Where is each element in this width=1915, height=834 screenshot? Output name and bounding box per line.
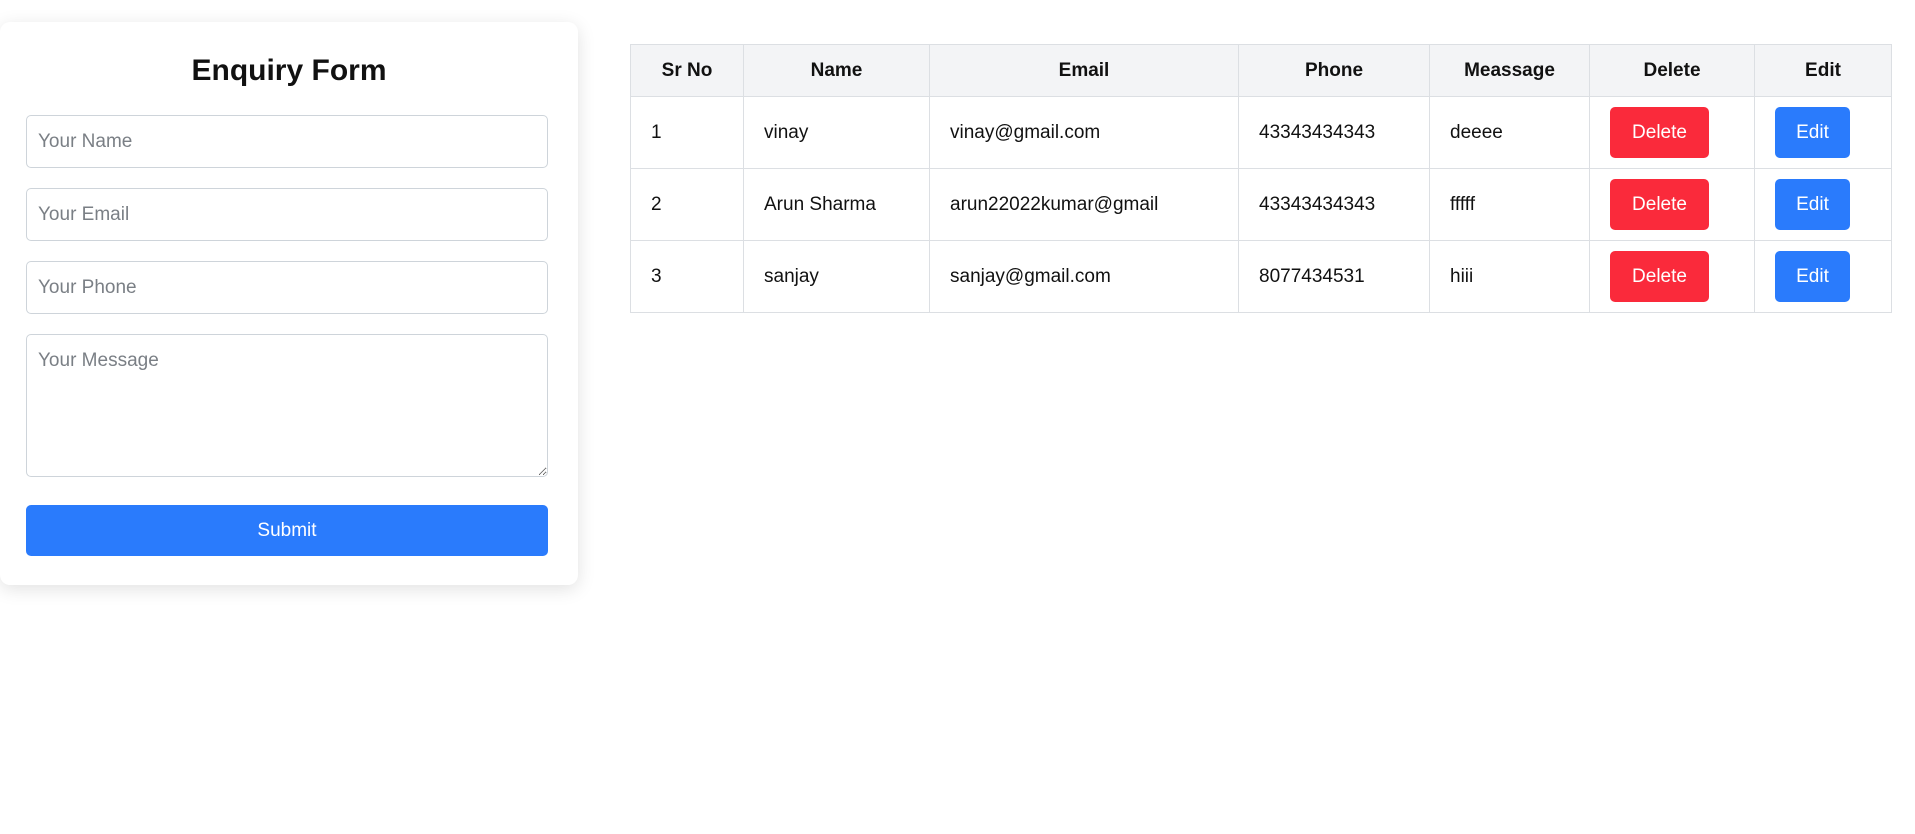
cell-phone: 43343434343 bbox=[1238, 96, 1430, 169]
cell-phone: 8077434531 bbox=[1238, 240, 1430, 313]
header-sr-no: Sr No bbox=[630, 44, 744, 97]
cell-name: sanjay bbox=[743, 240, 930, 313]
delete-button[interactable]: Delete bbox=[1610, 179, 1709, 230]
header-edit: Edit bbox=[1754, 44, 1892, 97]
edit-button[interactable]: Edit bbox=[1775, 251, 1850, 302]
cell-message: hiii bbox=[1429, 240, 1590, 313]
cell-sr-no: 1 bbox=[630, 96, 744, 169]
header-name: Name bbox=[743, 44, 930, 97]
table-row: 1 vinay vinay@gmail.com 43343434343 deee… bbox=[630, 96, 1892, 169]
enquiry-table-container: Sr No Name Email Phone Meassage Delete E… bbox=[630, 44, 1892, 313]
cell-sr-no: 2 bbox=[630, 168, 744, 241]
header-email: Email bbox=[929, 44, 1239, 97]
table-header-row: Sr No Name Email Phone Meassage Delete E… bbox=[630, 44, 1892, 97]
phone-input[interactable] bbox=[26, 261, 548, 314]
email-input[interactable] bbox=[26, 188, 548, 241]
form-title: Enquiry Form bbox=[191, 54, 387, 87]
header-delete: Delete bbox=[1589, 44, 1755, 97]
header-message: Meassage bbox=[1429, 44, 1590, 97]
enquiry-form-card: Enquiry Form Submit bbox=[0, 22, 578, 585]
edit-button[interactable]: Edit bbox=[1775, 107, 1850, 158]
cell-email: sanjay@gmail.com bbox=[929, 240, 1239, 313]
cell-email: arun22022kumar@gmail bbox=[929, 168, 1239, 241]
cell-phone: 43343434343 bbox=[1238, 168, 1430, 241]
cell-edit: Edit bbox=[1754, 240, 1892, 313]
submit-button[interactable]: Submit bbox=[26, 505, 548, 556]
name-input[interactable] bbox=[26, 115, 548, 168]
cell-name: vinay bbox=[743, 96, 930, 169]
table-row: 3 sanjay sanjay@gmail.com 8077434531 hii… bbox=[630, 240, 1892, 313]
cell-message: deeee bbox=[1429, 96, 1590, 169]
cell-delete: Delete bbox=[1589, 96, 1755, 169]
header-phone: Phone bbox=[1238, 44, 1430, 97]
cell-email: vinay@gmail.com bbox=[929, 96, 1239, 169]
cell-name: Arun Sharma bbox=[743, 168, 930, 241]
table-row: 2 Arun Sharma arun22022kumar@gmail 43343… bbox=[630, 168, 1892, 241]
cell-message: fffff bbox=[1429, 168, 1590, 241]
delete-button[interactable]: Delete bbox=[1610, 251, 1709, 302]
page: Enquiry Form Submit Sr No Name Email Pho… bbox=[0, 0, 1915, 834]
cell-delete: Delete bbox=[1589, 240, 1755, 313]
cell-edit: Edit bbox=[1754, 168, 1892, 241]
cell-edit: Edit bbox=[1754, 96, 1892, 169]
cell-delete: Delete bbox=[1589, 168, 1755, 241]
edit-button[interactable]: Edit bbox=[1775, 179, 1850, 230]
enquiry-table: Sr No Name Email Phone Meassage Delete E… bbox=[630, 44, 1892, 313]
delete-button[interactable]: Delete bbox=[1610, 107, 1709, 158]
cell-sr-no: 3 bbox=[630, 240, 744, 313]
message-textarea[interactable] bbox=[26, 334, 548, 477]
